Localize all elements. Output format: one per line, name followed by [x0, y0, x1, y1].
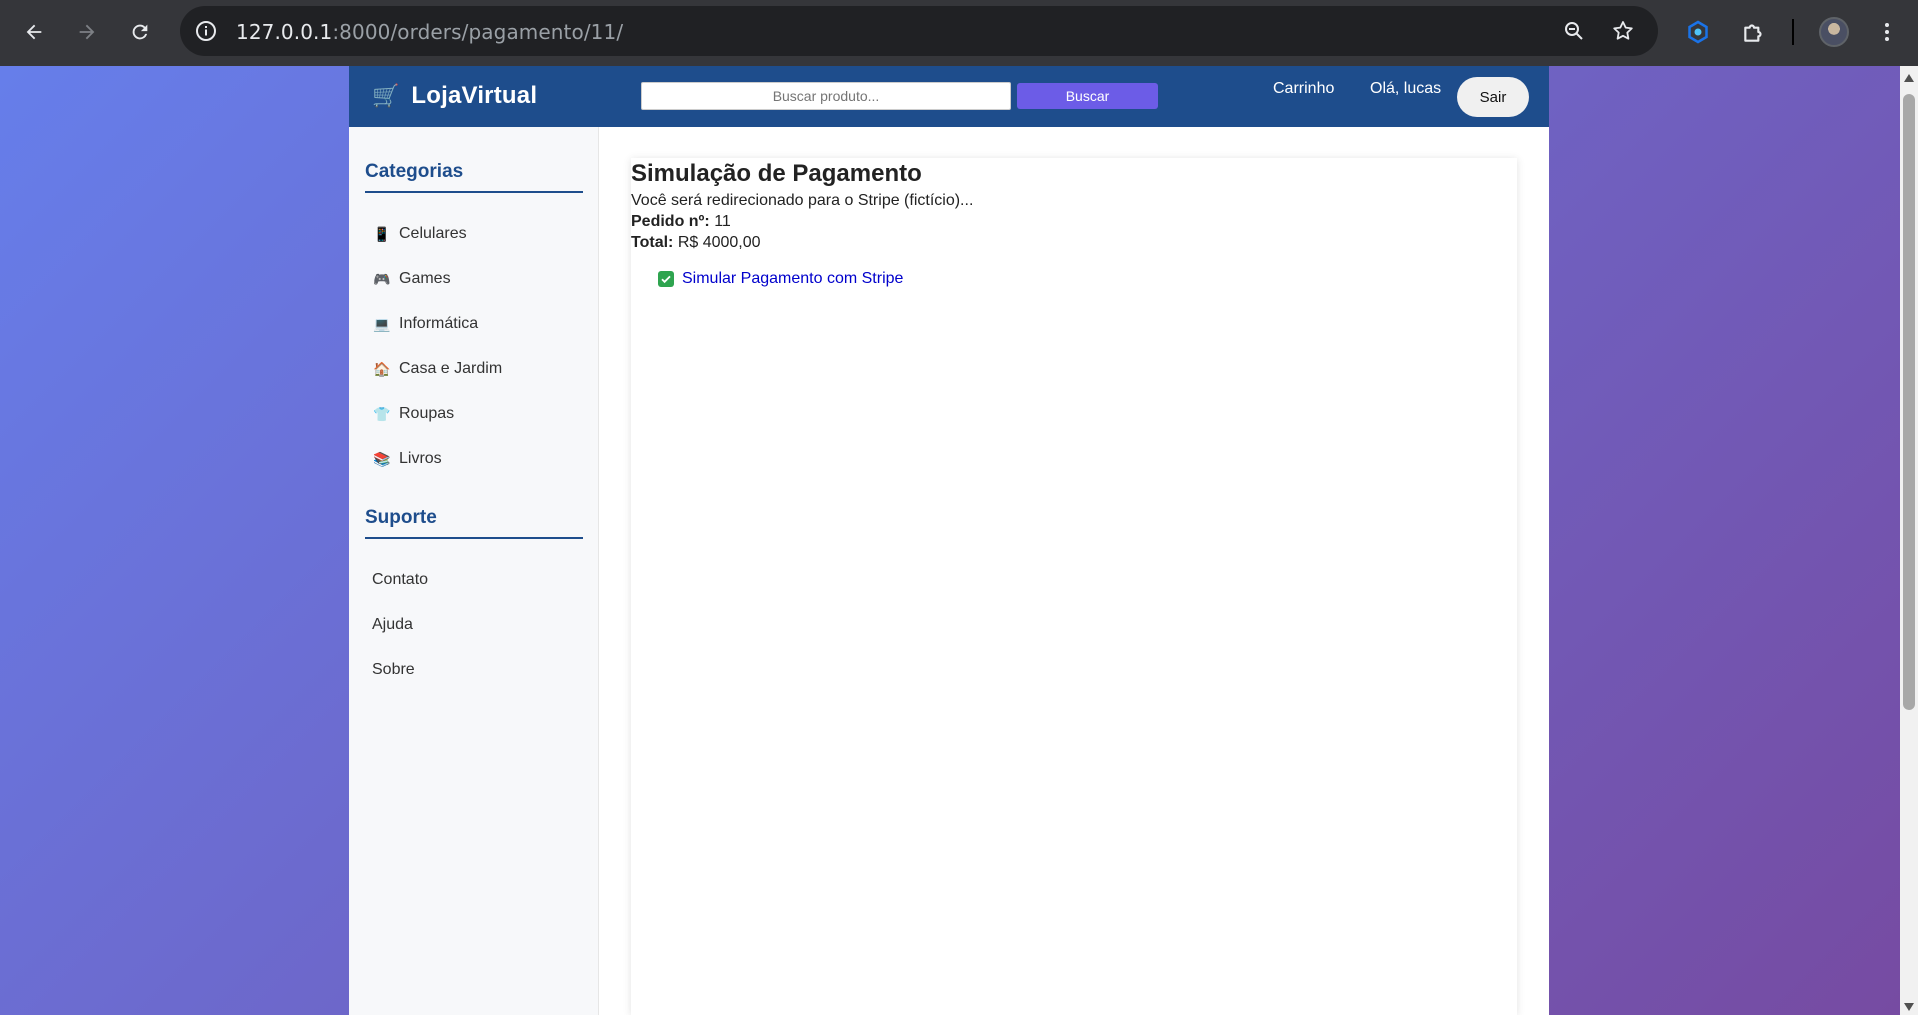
- scroll-down-arrow-icon[interactable]: [1904, 1003, 1914, 1011]
- simulate-payment-link[interactable]: Simular Pagamento com Stripe: [658, 270, 903, 288]
- user-greeting: Olá, lucas: [1370, 80, 1442, 97]
- address-bar[interactable]: 127.0.0.1:8000/orders/pagamento/11/: [180, 6, 1658, 56]
- sidebar-item-ajuda[interactable]: Ajuda: [372, 613, 413, 637]
- check-mark-icon: [658, 271, 674, 287]
- logo-text: LojaVirtual: [411, 82, 538, 109]
- logout-button[interactable]: Sair: [1457, 77, 1529, 117]
- sidebar-item-label: Games: [399, 270, 451, 287]
- page-viewport: 🛒 LojaVirtual Buscar Carrinho Olá, lucas…: [0, 66, 1900, 1015]
- kebab-menu-icon: [1885, 23, 1889, 41]
- extensions-menu-button[interactable]: [1739, 17, 1769, 47]
- scrollbar-thumb[interactable]: [1903, 94, 1915, 710]
- simulate-payment-label: Simular Pagamento com Stripe: [682, 270, 904, 287]
- sidebar-item-informatica[interactable]: 💻 Informática: [373, 312, 478, 336]
- sidebar-item-label: Livros: [399, 450, 442, 467]
- phone-icon: 📱: [373, 225, 391, 242]
- sidebar-item-label: Informática: [399, 315, 479, 332]
- extension-button[interactable]: [1683, 17, 1713, 47]
- shirt-icon: 👕: [373, 405, 391, 422]
- sidebar-item-games[interactable]: 🎮 Games: [373, 267, 451, 291]
- categories-heading: Categorias: [365, 161, 583, 193]
- order-total: Total: R$ 4000,00: [631, 234, 761, 252]
- support-heading: Suporte: [365, 507, 583, 539]
- order-total-value: R$ 4000,00: [677, 234, 761, 251]
- info-icon[interactable]: [194, 19, 218, 43]
- cart-link[interactable]: Carrinho: [1273, 80, 1334, 98]
- redirect-notice: Você será redirecionado para o Stripe (f…: [631, 192, 974, 209]
- order-total-label: Total:: [631, 234, 674, 251]
- hexagon-extension-icon: [1688, 20, 1708, 44]
- sidebar-item-sobre[interactable]: Sobre: [372, 658, 415, 682]
- order-number: Pedido nº: 11: [631, 213, 731, 231]
- toolbar-divider: [1792, 19, 1794, 45]
- page-container: 🛒 LojaVirtual Buscar Carrinho Olá, lucas…: [349, 66, 1549, 1015]
- arrow-left-icon: [26, 24, 42, 40]
- sidebar-item-casa-e-jardim[interactable]: 🏠 Casa e Jardim: [373, 357, 502, 381]
- order-number-value: 11: [714, 213, 731, 230]
- puzzle-icon: [1744, 24, 1762, 42]
- site-logo[interactable]: 🛒 LojaVirtual: [372, 82, 537, 110]
- scroll-up-arrow-icon[interactable]: [1904, 74, 1914, 82]
- gamepad-icon: 🎮: [373, 270, 391, 287]
- arrow-right-icon: [79, 24, 95, 40]
- books-icon: 📚: [373, 450, 391, 467]
- browser-toolbar: 127.0.0.1:8000/orders/pagamento/11/: [0, 0, 1918, 66]
- bookmark-star-icon[interactable]: [1611, 19, 1635, 43]
- sidebar-item-label: Roupas: [399, 405, 455, 422]
- reload-button[interactable]: [123, 15, 157, 49]
- sidebar: Categorias 📱 Celulares 🎮 Games 💻 Informá…: [349, 127, 599, 1015]
- house-icon: 🏠: [373, 360, 391, 377]
- sidebar-item-celulares[interactable]: 📱 Celulares: [373, 222, 467, 246]
- page-scrollbar[interactable]: [1900, 66, 1918, 1015]
- laptop-icon: 💻: [373, 315, 391, 332]
- profile-avatar[interactable]: [1819, 17, 1849, 47]
- zoom-icon[interactable]: [1562, 19, 1586, 43]
- shopping-cart-icon: 🛒: [372, 83, 400, 108]
- sidebar-item-livros[interactable]: 📚 Livros: [373, 447, 442, 471]
- search-button[interactable]: Buscar: [1017, 83, 1158, 109]
- sidebar-item-label: Casa e Jardim: [399, 360, 503, 377]
- url-text: 127.0.0.1:8000/orders/pagamento/11/: [236, 20, 623, 44]
- back-button[interactable]: [17, 15, 51, 49]
- payment-card: Simulação de Pagamento Você será redirec…: [631, 158, 1517, 1015]
- sidebar-item-label: Celulares: [399, 225, 467, 242]
- sidebar-item-contato[interactable]: Contato: [372, 568, 428, 592]
- browser-menu-button[interactable]: [1872, 17, 1902, 47]
- reload-icon: [132, 24, 148, 40]
- page-title: Simulação de Pagamento: [631, 160, 922, 187]
- forward-button[interactable]: [70, 15, 104, 49]
- search-input[interactable]: [641, 82, 1011, 110]
- url-host: 127.0.0.1: [236, 20, 333, 44]
- url-path: :8000/orders/pagamento/11/: [332, 20, 624, 44]
- sidebar-item-roupas[interactable]: 👕 Roupas: [373, 402, 454, 426]
- site-header: 🛒 LojaVirtual Buscar Carrinho Olá, lucas…: [349, 66, 1549, 127]
- order-number-label: Pedido nº:: [631, 213, 710, 230]
